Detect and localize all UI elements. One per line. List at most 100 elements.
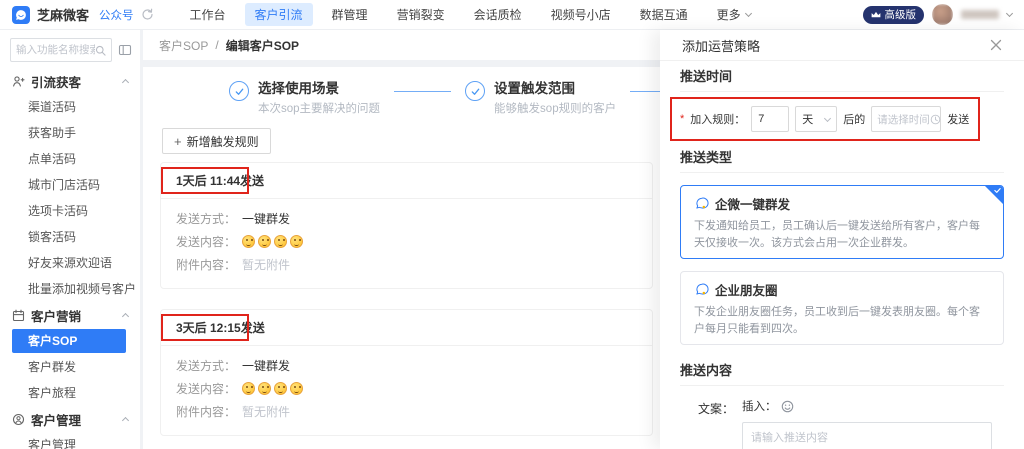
push-type-section-title: 推送类型 bbox=[680, 150, 1004, 166]
attachment-label: 附件内容： bbox=[176, 403, 236, 420]
rule-title: 1天后 11:44发送 bbox=[176, 172, 264, 189]
push-type-option-wecom-mass-send[interactable]: 企微一键群发 下发通知给员工，员工确认后一键发送给所有客户，客户每天仅接收一次。… bbox=[680, 185, 1004, 259]
required-mark: * bbox=[680, 113, 684, 125]
send-mode-label: 发送方式： bbox=[176, 210, 236, 227]
sidebar-item-customer-management[interactable]: 客户管理 bbox=[0, 432, 140, 449]
left-sidebar: 引流获客 渠道活码 获客助手 点单活码 城市门店活码 选项卡活码 锁客活码 好友… bbox=[0, 30, 140, 449]
sidebar-item-friend-welcome[interactable]: 好友来源欢迎语 bbox=[0, 250, 140, 276]
chevron-up-icon bbox=[122, 78, 129, 85]
time-unit-select[interactable]: 天 bbox=[795, 106, 837, 132]
breadcrumb-parent[interactable]: 客户SOP bbox=[159, 37, 208, 54]
sidebar-section-customer-management[interactable]: 客户管理 bbox=[0, 406, 140, 432]
emoji-list bbox=[242, 235, 306, 248]
join-rule-row: * 加入规则： 天 后的 请选择时间 发送 bbox=[680, 106, 1004, 132]
chat-bubble-icon bbox=[694, 282, 709, 297]
divider bbox=[680, 172, 1004, 173]
app-logo[interactable] bbox=[12, 6, 30, 24]
plan-badge[interactable]: 高级版 bbox=[863, 6, 925, 24]
nav-tab-customer-acquisition[interactable]: 客户引流 bbox=[245, 3, 313, 26]
chevron-up-icon bbox=[122, 312, 129, 319]
sop-rule-card-1: 1天后 11:44发送 发送方式： 一键群发 发送内容： 附件内容： 暂无附件 bbox=[160, 162, 653, 289]
sidebar-item-order-code[interactable]: 点单活码 bbox=[0, 146, 140, 172]
section-title: 客户营销 bbox=[31, 306, 81, 325]
push-content-textarea[interactable] bbox=[742, 422, 992, 449]
nav-tab-video-store[interactable]: 视频号小店 bbox=[541, 3, 621, 26]
chevron-down-icon[interactable] bbox=[1006, 10, 1013, 17]
days-count-input[interactable] bbox=[751, 106, 789, 132]
nav-tab-more[interactable]: 更多 bbox=[707, 3, 761, 26]
rule-title: 3天后 12:15发送 bbox=[176, 319, 265, 336]
breadcrumb-current: 编辑客户SOP bbox=[226, 37, 299, 54]
nav-tab-chat-inspection[interactable]: 会话质检 bbox=[464, 3, 532, 26]
step-title: 选择使用场景 bbox=[258, 81, 380, 97]
push-time-row-wrap: * 加入规则： 天 后的 请选择时间 发送 bbox=[680, 106, 1004, 132]
drawer-header: 添加运营策略 bbox=[660, 30, 1024, 61]
sidebar-item-batch-add-video-customers[interactable]: 批量添加视频号客户 bbox=[0, 276, 140, 302]
rule-attachment-row: 附件内容： 暂无附件 bbox=[176, 403, 637, 419]
rule-send-mode-row: 发送方式： 一键群发 bbox=[176, 357, 637, 373]
attachment-value: 暂无附件 bbox=[242, 256, 290, 273]
function-search-box[interactable] bbox=[10, 38, 112, 62]
insert-label: 插入： bbox=[742, 398, 777, 414]
push-content-section-title: 推送内容 bbox=[680, 363, 1004, 379]
kissing-face-emoji bbox=[274, 235, 287, 248]
add-trigger-rule-button[interactable]: + 新增触发规则 bbox=[162, 128, 271, 154]
check-icon bbox=[993, 186, 1002, 195]
kissing-face-emoji bbox=[258, 235, 271, 248]
step-trigger-scope: 设置触发范围 能够触发sop规则的客户 bbox=[465, 81, 616, 116]
sidebar-item-customer-sop[interactable]: 客户SOP bbox=[12, 329, 126, 353]
insert-row: 插入： bbox=[742, 398, 992, 414]
grinning-face-emoji bbox=[242, 382, 255, 395]
breadcrumb-separator: / bbox=[215, 38, 218, 52]
emoji-picker-icon[interactable] bbox=[781, 400, 794, 413]
time-picker-input[interactable]: 请选择时间 bbox=[871, 106, 941, 132]
emoji-list bbox=[242, 382, 306, 395]
sidebar-item-city-store-code[interactable]: 城市门店活码 bbox=[0, 172, 140, 198]
plus-icon: + bbox=[174, 135, 182, 148]
chat-bubble-logo-icon bbox=[14, 8, 28, 22]
nav-tab-data-sync[interactable]: 数据互通 bbox=[630, 3, 698, 26]
sidebar-item-lock-customer-code[interactable]: 锁客活码 bbox=[0, 224, 140, 250]
crown-icon bbox=[871, 11, 881, 19]
grinning-face-emoji bbox=[290, 382, 303, 395]
sidebar-item-customer-journey[interactable]: 客户旅程 bbox=[0, 380, 140, 406]
after-text: 后的 bbox=[843, 111, 865, 127]
search-input[interactable] bbox=[16, 44, 95, 56]
nav-tab-marketing-fission[interactable]: 营销裂变 bbox=[387, 3, 455, 26]
sidebar-item-tab-code[interactable]: 选项卡活码 bbox=[0, 198, 140, 224]
sidebar-section-traffic-acquisition[interactable]: 引流获客 bbox=[0, 68, 140, 94]
close-icon[interactable] bbox=[990, 39, 1002, 51]
add-operation-strategy-drawer: 添加运营策略 推送时间 * 加入规则： 天 后的 请选择时间 bbox=[660, 30, 1024, 449]
step-subtitle: 能够触发sop规则的客户 bbox=[494, 102, 616, 116]
switch-account-icon[interactable] bbox=[141, 8, 154, 21]
divider bbox=[680, 91, 1004, 92]
nav-tab-group-management[interactable]: 群管理 bbox=[322, 3, 378, 26]
attachment-value: 暂无附件 bbox=[242, 403, 290, 420]
sop-rule-card-2: 3天后 12:15发送 发送方式： 一键群发 发送内容： 附件内容： 暂无附件 bbox=[160, 309, 653, 436]
nav-tab-workbench[interactable]: 工作台 bbox=[180, 3, 236, 26]
push-type-name: 企微一键群发 bbox=[715, 194, 790, 213]
sidebar-item-customer-mass-send[interactable]: 客户群发 bbox=[0, 354, 140, 380]
official-account-link[interactable]: 公众号 bbox=[99, 7, 134, 23]
user-circle-icon bbox=[12, 413, 25, 426]
send-mode-value: 一键群发 bbox=[242, 210, 290, 227]
push-type-name: 企业朋友圈 bbox=[715, 280, 778, 299]
user-avatar[interactable] bbox=[932, 4, 953, 25]
kissing-face-emoji bbox=[290, 235, 303, 248]
section-title: 引流获客 bbox=[31, 72, 81, 91]
sidebar-collapse-icon[interactable] bbox=[118, 43, 132, 57]
push-type-option-wecom-moments[interactable]: 企业朋友圈 下发企业朋友圈任务，员工收到后一键发表朋友圈。每个客户每月只能看到四… bbox=[680, 271, 1004, 345]
user-name-redacted[interactable] bbox=[961, 10, 999, 19]
content-label: 发送内容： bbox=[176, 233, 236, 250]
sidebar-section-customer-marketing[interactable]: 客户营销 bbox=[0, 302, 140, 328]
grinning-face-emoji bbox=[258, 382, 271, 395]
sidebar-search-row bbox=[0, 30, 140, 68]
send-text: 发送 bbox=[947, 111, 969, 127]
sidebar-item-acquisition-assistant[interactable]: 获客助手 bbox=[0, 120, 140, 146]
rule-send-mode-row: 发送方式： 一键群发 bbox=[176, 210, 637, 226]
rule-card-header: 1天后 11:44发送 bbox=[161, 163, 652, 199]
send-mode-label: 发送方式： bbox=[176, 357, 236, 374]
sidebar-item-channel-code[interactable]: 渠道活码 bbox=[0, 94, 140, 120]
step-connector bbox=[394, 91, 451, 92]
navbar-right-group: 高级版 bbox=[863, 4, 1013, 25]
